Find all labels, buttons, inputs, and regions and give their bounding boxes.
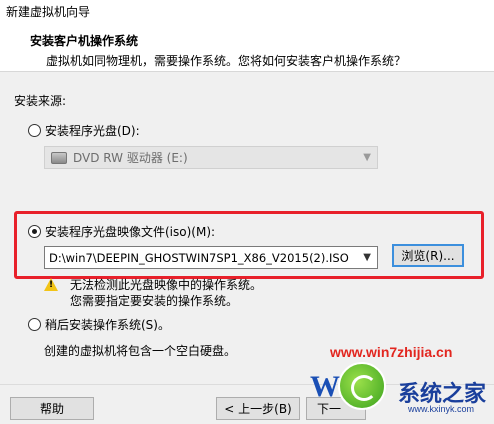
iso-option-label: 安装程序光盘映像文件(iso)(M): (45, 225, 216, 239)
disc-drive-value: DVD RW 驱动器 (E:) (73, 151, 188, 165)
later-option-label: 稍后安装操作系统(S)。 (45, 318, 170, 332)
disc-drive-select: DVD RW 驱动器 (E:) ▼ (44, 146, 378, 169)
iso-option-radio[interactable]: 安装程序光盘映像文件(iso)(M): (28, 223, 215, 240)
page-title: 安装客户机操作系统 (30, 34, 139, 48)
wizard-header: 安装客户机操作系统 虚拟机如同物理机，需要操作系统。您将如何安装客户机操作系统？ (0, 22, 494, 72)
watermark-logo: W 系统之家 www.kxinyk.com (302, 356, 494, 424)
disc-option-radio[interactable]: 安装程序光盘(D): (28, 122, 140, 139)
later-option-radio[interactable]: 稍后安装操作系统(S)。 (28, 316, 170, 333)
page-subtitle: 虚拟机如同物理机，需要操作系统。您将如何安装客户机操作系统？ (46, 54, 407, 68)
later-option-note: 创建的虚拟机将包含一个空白硬盘。 (44, 344, 237, 358)
browse-button[interactable]: 浏览(R)... (392, 244, 464, 267)
back-button[interactable]: < 上一步(B) (216, 397, 300, 420)
install-source-label: 安装来源: (14, 94, 67, 108)
dvd-drive-icon (51, 151, 67, 164)
window-title: 新建虚拟机向导 (6, 5, 91, 19)
watermark-url2: www.kxinyk.com (408, 404, 475, 414)
iso-path-value[interactable]: D:\win7\DEEPIN_GHOSTWIN7SP1_X86_V2015(2)… (49, 251, 349, 265)
radio-unchecked-icon[interactable] (28, 318, 41, 331)
watermark-power-icon (338, 362, 386, 410)
iso-path-combobox[interactable]: D:\win7\DEEPIN_GHOSTWIN7SP1_X86_V2015(2)… (44, 246, 378, 269)
watermark-w-glyph: W (310, 370, 340, 403)
warning-text-line1: 无法检测此光盘映像中的操作系统。 (70, 278, 263, 292)
chevron-down-icon: ▼ (363, 152, 371, 163)
radio-unchecked-icon[interactable] (28, 124, 41, 137)
window-titlebar: 新建虚拟机向导 (0, 0, 494, 22)
warning-icon (44, 278, 58, 291)
radio-checked-icon[interactable] (28, 225, 41, 238)
warning-text-line2: 您需要指定要安装的操作系统。 (70, 294, 239, 308)
chevron-down-icon[interactable]: ▼ (363, 252, 371, 263)
disc-option-label: 安装程序光盘(D): (45, 124, 140, 138)
help-button[interactable]: 帮助 (10, 397, 94, 420)
